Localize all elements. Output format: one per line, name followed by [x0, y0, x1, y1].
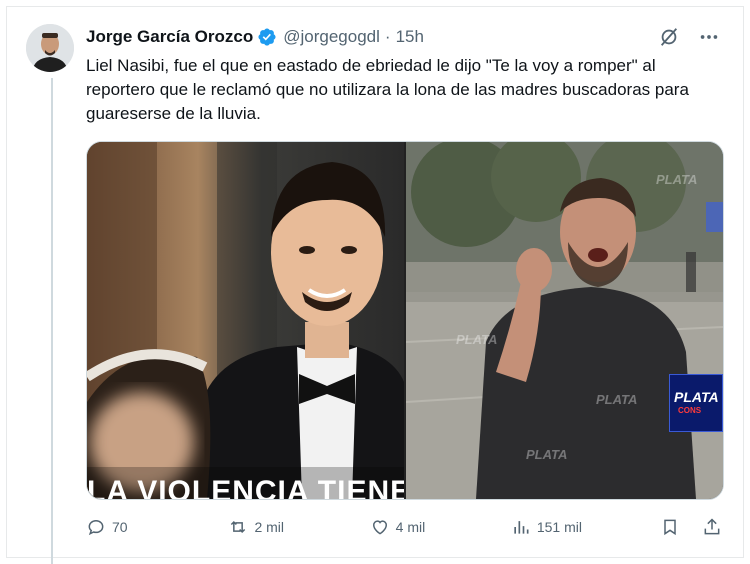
thread-line	[51, 78, 53, 564]
left-overlay-text: LA VIOLENCIA TIENE	[87, 475, 404, 499]
views-count: 151 mil	[536, 519, 582, 535]
watermark: PLATA	[596, 392, 638, 407]
media-image-left[interactable]: LA VIOLENCIA TIENE	[87, 142, 404, 499]
views-icon	[514, 521, 529, 534]
avatar[interactable]	[26, 24, 74, 72]
watermark: PLATA	[656, 172, 698, 187]
channel-logo-subtext: CONS	[678, 406, 702, 415]
header-actions	[658, 26, 720, 48]
timestamp[interactable]: 15h	[396, 27, 424, 47]
like-button[interactable]: 4 mil	[370, 517, 511, 537]
more-icon[interactable]	[698, 26, 720, 48]
share-icon	[704, 518, 720, 535]
watermark: PLATA	[456, 332, 498, 347]
repost-icon	[231, 520, 246, 534]
author-name[interactable]: Jorge García Orozco	[86, 27, 253, 47]
like-count: 4 mil	[395, 519, 426, 535]
verified-badge-icon	[257, 27, 277, 47]
share-button[interactable]	[702, 517, 722, 537]
right-photo	[406, 142, 723, 499]
channel-logo-text: PLATA	[674, 389, 719, 405]
media-image-right[interactable]: PLATA PLATA PLATA PLATA PLATA CONS	[406, 142, 723, 499]
grok-icon[interactable]	[658, 26, 680, 48]
like-icon	[372, 520, 387, 535]
author-handle[interactable]: @jorgegogdl	[283, 27, 380, 47]
views-button[interactable]: 151 mil	[511, 517, 660, 537]
reply-button[interactable]: 70	[86, 517, 180, 537]
bookmark-button[interactable]	[660, 517, 680, 537]
left-photo	[87, 142, 404, 499]
reply-icon	[88, 519, 104, 536]
repost-button[interactable]: 2 mil	[228, 517, 369, 537]
separator: ·	[384, 27, 391, 46]
repost-count: 2 mil	[254, 519, 285, 535]
tweet-text: Liel Nasibi, fue el que en eastado de eb…	[86, 56, 689, 123]
tweet-header: Jorge García Orozco @jorgegogdl · 15h	[86, 26, 424, 48]
avatar-image	[26, 24, 74, 72]
watermark: PLATA	[526, 447, 568, 462]
channel-logo: PLATA CONS	[669, 374, 723, 432]
tweet-actions: 70 2 mil 4 mil 151 mil	[86, 514, 722, 540]
reply-count: 70	[112, 519, 128, 535]
bookmark-icon	[664, 519, 676, 536]
media-grid[interactable]: LA VIOLENCIA TIENE PLATA PLATA PLATA PLA…	[86, 141, 724, 500]
